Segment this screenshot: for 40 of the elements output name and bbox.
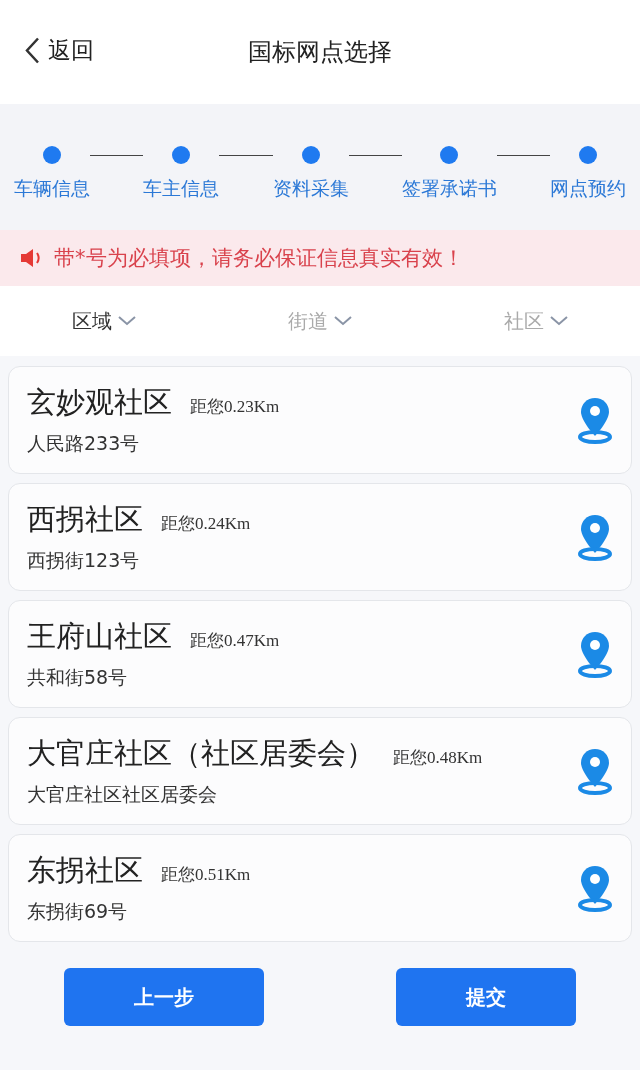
- site-address: 东拐街69号: [27, 899, 129, 924]
- site-distance: 距您0.24Km: [161, 513, 251, 535]
- step-label: 资料采集: [272, 176, 349, 201]
- site-card[interactable]: 王府山社区 距您0.47Km 共和街58号: [8, 600, 632, 708]
- site-distance: 距您0.48Km: [393, 747, 483, 769]
- chevron-down-icon: [550, 316, 568, 326]
- back-button[interactable]: 返回: [24, 34, 94, 66]
- site-card[interactable]: 东拐社区 距您0.51Km 东拐街69号: [8, 834, 632, 942]
- location-pin-icon[interactable]: [577, 747, 613, 795]
- notice-text: 带*号为必填项，请务必保证信息真实有效！: [54, 245, 464, 272]
- site-address: 西拐街123号: [27, 548, 141, 573]
- site-address: 共和街58号: [27, 665, 129, 690]
- previous-button[interactable]: 上一步: [64, 968, 264, 1026]
- location-pin-icon[interactable]: [577, 630, 613, 678]
- site-name: 东拐社区: [27, 852, 143, 889]
- submit-button[interactable]: 提交: [396, 968, 576, 1026]
- site-name: 玄妙观社区: [27, 384, 172, 421]
- step-label: 车辆信息: [14, 176, 90, 201]
- chevron-down-icon: [334, 316, 352, 326]
- chevron-left-icon: [24, 36, 40, 64]
- site-name: 西拐社区: [27, 501, 143, 538]
- site-distance: 距您0.23Km: [190, 396, 280, 418]
- location-pin-icon[interactable]: [577, 513, 613, 561]
- site-name: 王府山社区: [27, 618, 172, 655]
- step-label: 车主信息: [143, 176, 220, 201]
- location-pin-icon[interactable]: [577, 396, 613, 444]
- step-label: 签署承诺书: [401, 176, 497, 201]
- page-title: 国标网点选择: [248, 37, 392, 68]
- site-name: 大官庄社区（社区居委会）: [27, 735, 375, 772]
- site-distance: 距您0.51Km: [161, 864, 251, 886]
- site-distance: 距您0.47Km: [190, 630, 280, 652]
- site-card[interactable]: 玄妙观社区 距您0.23Km 人民路233号: [8, 366, 632, 474]
- site-card[interactable]: 大官庄社区（社区居委会） 距您0.48Km 大官庄社区社区居委会: [8, 717, 632, 825]
- site-card[interactable]: 西拐社区 距您0.24Km 西拐街123号: [8, 483, 632, 591]
- chevron-down-icon: [118, 316, 136, 326]
- step-label: 网点预约: [550, 176, 626, 201]
- location-pin-icon[interactable]: [577, 864, 613, 912]
- filter-dropdown[interactable]: 区域: [72, 307, 136, 335]
- site-address: 大官庄社区社区居委会: [27, 782, 218, 807]
- site-address: 人民路233号: [27, 431, 141, 456]
